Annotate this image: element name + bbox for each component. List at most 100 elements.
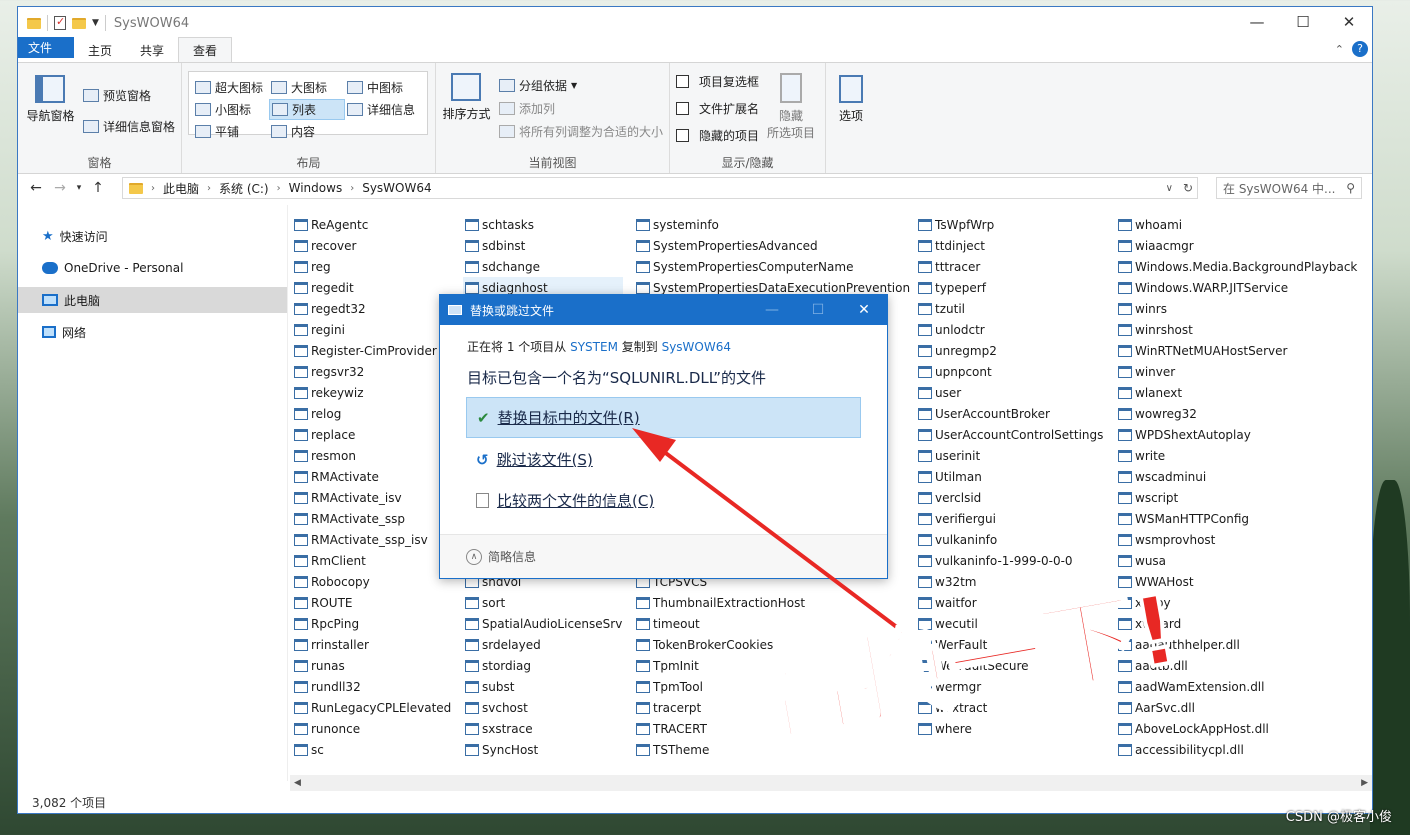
layout-small-icons[interactable]: 小图标 (193, 99, 269, 120)
folder-icon[interactable] (27, 17, 41, 29)
file-item[interactable]: SystemPropertiesComputerName (634, 256, 914, 277)
tab-share[interactable]: 共享 (126, 37, 178, 63)
sidebar-item-onedrive[interactable]: OneDrive - Personal (18, 255, 287, 281)
chevron-right-icon[interactable]: › (350, 183, 354, 194)
file-item[interactable]: schtasks (463, 214, 623, 235)
file-item[interactable]: sdchange (463, 256, 623, 277)
forward-button[interactable]: → (48, 180, 72, 196)
group-by-button[interactable]: 分组依据 ▼ (498, 77, 663, 94)
file-item[interactable]: userinit (916, 445, 1112, 466)
file-item[interactable]: RMActivate (292, 466, 457, 487)
file-item[interactable]: regsvr32 (292, 361, 457, 382)
file-item[interactable]: Windows.WARP.JITService (1116, 277, 1372, 298)
file-item[interactable]: relog (292, 403, 457, 424)
hide-selected-button[interactable]: 隐藏 所选项目 (767, 73, 815, 144)
file-item[interactable]: svchost (463, 697, 623, 718)
breadcrumb-this-pc[interactable]: 此电脑 (163, 180, 199, 197)
file-item[interactable]: SystemPropertiesAdvanced (634, 235, 914, 256)
replace-file-option[interactable]: ✔ 替换目标中的文件(R) (466, 397, 861, 438)
file-item[interactable]: srdelayed (463, 634, 623, 655)
back-button[interactable]: ← (24, 180, 48, 196)
file-item[interactable]: Robocopy (292, 571, 457, 592)
file-item[interactable]: rekeywiz (292, 382, 457, 403)
file-item[interactable]: regini (292, 319, 457, 340)
file-item[interactable]: AboveLockAppHost.dll (1116, 718, 1372, 739)
add-column-button[interactable]: 添加列 (498, 100, 663, 117)
layout-large-icons[interactable]: 大图标 (269, 78, 345, 97)
file-item[interactable]: runonce (292, 718, 457, 739)
chevron-right-icon[interactable]: › (151, 183, 155, 194)
tab-file[interactable]: 文件 (18, 37, 74, 58)
tab-home[interactable]: 主页 (74, 37, 126, 63)
compare-files-option[interactable]: 比较两个文件的信息(C) (466, 480, 861, 521)
collapse-ribbon-icon[interactable]: ⌃ (1335, 43, 1344, 56)
file-item[interactable]: SyncHost (463, 739, 623, 760)
chevron-right-icon[interactable]: › (277, 183, 281, 194)
file-item[interactable]: vulkaninfo (916, 529, 1112, 550)
file-item[interactable]: RpcPing (292, 613, 457, 634)
file-item[interactable]: typeperf (916, 277, 1112, 298)
file-item[interactable]: replace (292, 424, 457, 445)
file-item[interactable]: recover (292, 235, 457, 256)
layout-extra-large-icons[interactable]: 超大图标 (193, 78, 269, 97)
hidden-items-toggle[interactable]: 隐藏的项目 (676, 127, 759, 144)
file-item[interactable]: Utilman (916, 466, 1112, 487)
sidebar-item-this-pc[interactable]: 此电脑 (18, 287, 287, 313)
sort-by-button[interactable]: 排序方式 (442, 73, 491, 140)
file-item[interactable]: stordiag (463, 655, 623, 676)
file-item[interactable]: wowreg32 (1116, 403, 1372, 424)
properties-icon[interactable] (54, 15, 66, 30)
file-item[interactable]: wlanext (1116, 382, 1372, 403)
file-item[interactable]: unlodctr (916, 319, 1112, 340)
file-item[interactable]: verifiergui (916, 508, 1112, 529)
file-item[interactable]: ttdinject (916, 235, 1112, 256)
options-button[interactable]: 选项 (832, 75, 870, 124)
file-item[interactable]: accessibilitycpl.dll (1116, 739, 1372, 760)
layout-content[interactable]: 内容 (269, 122, 345, 141)
file-item[interactable]: sc (292, 739, 457, 760)
file-item[interactable]: WPDShextAutoplay (1116, 424, 1372, 445)
address-dropdown-icon[interactable]: ∨ (1166, 183, 1173, 194)
close-button[interactable]: ✕ (841, 295, 887, 325)
horizontal-scrollbar[interactable]: ◀ ▶ (290, 775, 1372, 791)
fit-columns-button[interactable]: 将所有列调整为合适的大小 (498, 123, 663, 140)
file-item[interactable]: winrshost (1116, 319, 1372, 340)
file-item[interactable]: TsWpfWrp (916, 214, 1112, 235)
file-item[interactable]: sxstrace (463, 718, 623, 739)
source-link[interactable]: SYSTEM (570, 340, 618, 354)
up-button[interactable]: ↑ (86, 180, 110, 196)
file-item[interactable]: AarSvc.dll (1116, 697, 1372, 718)
breadcrumb-windows[interactable]: Windows (289, 181, 343, 195)
chevron-right-icon[interactable]: › (207, 183, 211, 194)
maximize-button[interactable]: ☐ (1280, 7, 1326, 37)
file-item[interactable]: winrs (1116, 298, 1372, 319)
destination-link[interactable]: SysWOW64 (662, 340, 731, 354)
file-extensions-toggle[interactable]: 文件扩展名 (676, 100, 759, 117)
file-item[interactable]: WinRTNetMUAHostServer (1116, 340, 1372, 361)
refresh-icon[interactable]: ↻ (1183, 181, 1193, 195)
sidebar-item-quick-access[interactable]: ★ 快速访问 (18, 223, 287, 249)
file-item[interactable]: RMActivate_ssp_isv (292, 529, 457, 550)
skip-file-option[interactable]: ↺ 跳过该文件(S) (466, 439, 861, 480)
recent-locations-button[interactable]: ▾ (72, 183, 86, 193)
sidebar-item-network[interactable]: 网络 (18, 319, 287, 345)
file-item[interactable]: wscadminui (1116, 466, 1372, 487)
fewer-details-toggle[interactable]: ∧ 简略信息 (440, 534, 887, 578)
file-item[interactable]: unregmp2 (916, 340, 1112, 361)
layout-medium-icons[interactable]: 中图标 (345, 78, 425, 97)
file-item[interactable]: systeminfo (634, 214, 914, 235)
layout-list[interactable]: 列表 (269, 99, 345, 120)
nav-pane-button[interactable]: 导航窗格 (24, 75, 77, 135)
file-item[interactable]: RMActivate_isv (292, 487, 457, 508)
layout-details[interactable]: 详细信息 (345, 99, 425, 120)
file-item[interactable]: write (1116, 445, 1372, 466)
file-item[interactable]: tttracer (916, 256, 1112, 277)
file-item[interactable]: RMActivate_ssp (292, 508, 457, 529)
file-item[interactable]: UserAccountControlSettings (916, 424, 1112, 445)
file-item[interactable]: subst (463, 676, 623, 697)
file-item[interactable]: verclsid (916, 487, 1112, 508)
file-item[interactable]: regedit (292, 277, 457, 298)
file-item[interactable]: UserAccountBroker (916, 403, 1112, 424)
details-pane-button[interactable]: 详细信息窗格 (82, 118, 175, 135)
file-item[interactable]: sort (463, 592, 623, 613)
